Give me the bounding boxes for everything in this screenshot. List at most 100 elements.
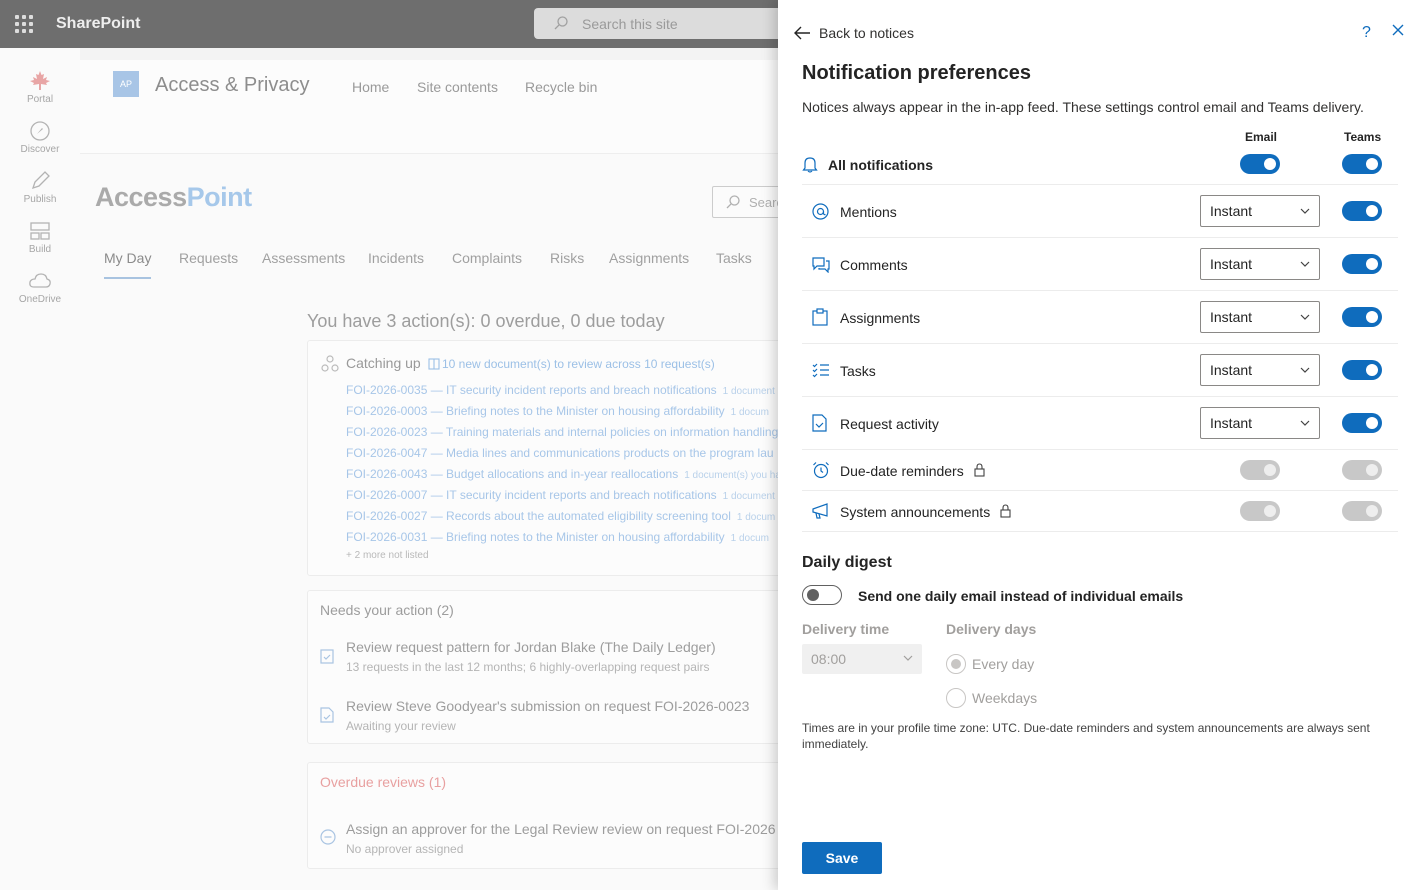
system-announcements-label: System announcements bbox=[840, 504, 1011, 520]
all-notifications-row: All notifications bbox=[802, 144, 1398, 185]
people-icon bbox=[321, 355, 339, 372]
tab-risks[interactable]: Risks bbox=[550, 250, 584, 266]
action-item-title[interactable]: Review request pattern for Jordan Blake … bbox=[346, 639, 716, 655]
daily-digest-title: Daily digest bbox=[802, 554, 892, 571]
clipboard-icon bbox=[320, 649, 334, 664]
overdue-reviews-title: Overdue reviews (1) bbox=[320, 774, 447, 790]
tasks-teams-toggle[interactable] bbox=[1342, 360, 1382, 380]
comments-label: Comments bbox=[840, 257, 908, 273]
rail-label: OneDrive bbox=[18, 294, 62, 305]
document-row[interactable]: FOI-2026-0003 — Briefing notes to the Mi… bbox=[346, 404, 769, 418]
delivery-time-dropdown: 08:00 bbox=[802, 644, 922, 674]
document-row[interactable]: FOI-2026-0035 — IT security incident rep… bbox=[346, 383, 775, 397]
assignments-email-dropdown[interactable]: Instant bbox=[1200, 301, 1320, 333]
tasks-email-dropdown[interactable]: Instant bbox=[1200, 354, 1320, 386]
document-row[interactable]: FOI-2026-0031 — Briefing notes to the Mi… bbox=[346, 530, 769, 544]
system-announcements-teams-toggle bbox=[1342, 501, 1382, 521]
panel-subtitle: Notices always appear in the in-app feed… bbox=[802, 99, 1364, 115]
rail-item-onedrive[interactable]: OneDrive bbox=[0, 270, 80, 305]
tab-my-day[interactable]: My Day bbox=[104, 250, 152, 279]
book-icon bbox=[428, 358, 440, 370]
help-icon[interactable]: ? bbox=[1362, 24, 1371, 42]
all-teams-toggle[interactable] bbox=[1342, 154, 1382, 174]
daily-digest-toggle-label: Send one daily email instead of individu… bbox=[858, 588, 1184, 604]
due-date-email-toggle bbox=[1240, 460, 1280, 480]
timezone-note: Times are in your profile time zone: UTC… bbox=[802, 721, 1370, 751]
mentions-teams-toggle[interactable] bbox=[1342, 201, 1382, 221]
assignments-label: Assignments bbox=[840, 310, 921, 326]
mentions-email-dropdown[interactable]: Instant bbox=[1200, 195, 1320, 227]
back-to-notices-link[interactable]: Back to notices bbox=[794, 25, 914, 41]
overdue-item-title[interactable]: Assign an approver for the Legal Review … bbox=[346, 821, 776, 837]
suite-brand[interactable]: SharePoint bbox=[56, 15, 140, 33]
request-activity-email-dropdown[interactable]: Instant bbox=[1200, 407, 1320, 439]
at-sign-icon bbox=[812, 203, 829, 220]
system-announcements-email-toggle bbox=[1240, 501, 1280, 521]
site-header: AP Access & Privacy Home Site contents R… bbox=[80, 60, 780, 154]
overdue-item-subtitle: No approver assigned bbox=[346, 842, 464, 856]
app-launcher-icon[interactable] bbox=[15, 15, 33, 33]
tab-assignments[interactable]: Assignments bbox=[609, 250, 689, 266]
close-icon[interactable] bbox=[1392, 24, 1404, 36]
document-row[interactable]: FOI-2026-0043 — Budget allocations and i… bbox=[346, 467, 781, 481]
document-icon bbox=[812, 414, 827, 432]
all-notifications-label: All notifications bbox=[828, 157, 933, 173]
comments-email-dropdown[interactable]: Instant bbox=[1200, 248, 1320, 280]
lock-icon bbox=[974, 463, 985, 477]
catching-up-title: Catching up bbox=[346, 355, 421, 371]
action-item-title[interactable]: Review Steve Goodyear's submission on re… bbox=[346, 698, 749, 714]
every-day-label: Every day bbox=[972, 656, 1035, 672]
site-logo[interactable]: AP bbox=[113, 71, 139, 97]
pen-icon bbox=[31, 171, 50, 190]
tab-requests[interactable]: Requests bbox=[179, 250, 238, 266]
chevron-down-icon bbox=[1300, 208, 1310, 214]
search-icon bbox=[726, 195, 740, 209]
document-row[interactable]: FOI-2026-0007 — IT security incident rep… bbox=[346, 488, 775, 502]
rail-item-publish[interactable]: Publish bbox=[0, 170, 80, 205]
needs-action-card: Needs your action (2) Review request pat… bbox=[307, 590, 787, 744]
weekdays-label: Weekdays bbox=[972, 690, 1038, 706]
rail-label: Publish bbox=[23, 194, 57, 205]
my-day-summary: You have 3 action(s): 0 overdue, 0 due t… bbox=[307, 311, 665, 331]
layout-icon bbox=[30, 222, 50, 240]
comments-teams-toggle[interactable] bbox=[1342, 254, 1382, 274]
save-button[interactable]: Save bbox=[802, 842, 882, 874]
chevron-down-icon bbox=[1300, 261, 1310, 267]
due-date-reminders-label: Due-date reminders bbox=[840, 463, 985, 479]
comments-row: Comments Instant bbox=[802, 238, 1398, 291]
action-item-subtitle: 13 requests in the last 12 months; 6 hig… bbox=[346, 660, 710, 674]
search-icon bbox=[554, 16, 568, 30]
due-date-teams-toggle bbox=[1342, 460, 1382, 480]
rail-item-discover[interactable]: Discover bbox=[0, 120, 80, 155]
request-activity-teams-toggle[interactable] bbox=[1342, 413, 1382, 433]
new-documents-link[interactable]: 10 new document(s) to review across 10 r… bbox=[442, 357, 715, 371]
document-row[interactable]: FOI-2026-0023 — Training materials and i… bbox=[346, 425, 784, 439]
request-activity-label: Request activity bbox=[840, 416, 939, 432]
teams-column-header: Teams bbox=[1344, 130, 1382, 144]
site-nav-home[interactable]: Home bbox=[352, 79, 389, 95]
tab-incidents[interactable]: Incidents bbox=[368, 250, 424, 266]
site-nav-site-contents[interactable]: Site contents bbox=[417, 79, 498, 95]
tab-tasks[interactable]: Tasks bbox=[716, 250, 752, 266]
rail-item-portal[interactable]: Portal bbox=[0, 70, 80, 105]
site-nav-recycle-bin[interactable]: Recycle bin bbox=[525, 79, 597, 95]
document-row[interactable]: FOI-2026-0027 — Records about the automa… bbox=[346, 509, 775, 523]
tab-assessments[interactable]: Assessments bbox=[262, 250, 345, 266]
tasks-label: Tasks bbox=[840, 363, 876, 379]
delivery-time-label: Delivery time bbox=[802, 621, 890, 637]
all-email-toggle[interactable] bbox=[1240, 154, 1280, 174]
mentions-row: Mentions Instant bbox=[802, 185, 1398, 238]
email-column-header: Email bbox=[1245, 130, 1278, 144]
rail-item-build[interactable]: Build bbox=[0, 220, 80, 255]
tasks-row: Tasks Instant bbox=[802, 344, 1398, 397]
daily-digest-toggle[interactable] bbox=[802, 585, 842, 605]
document-row[interactable]: FOI-2026-0047 — Media lines and communic… bbox=[346, 446, 780, 460]
clipboard-icon bbox=[812, 308, 828, 326]
assignments-teams-toggle[interactable] bbox=[1342, 307, 1382, 327]
site-title[interactable]: Access & Privacy bbox=[155, 74, 309, 97]
action-item-subtitle: Awaiting your review bbox=[346, 719, 456, 733]
tab-complaints[interactable]: Complaints bbox=[452, 250, 522, 266]
bell-icon bbox=[802, 157, 818, 173]
task-list-icon bbox=[812, 363, 829, 378]
every-day-radio bbox=[946, 654, 966, 674]
